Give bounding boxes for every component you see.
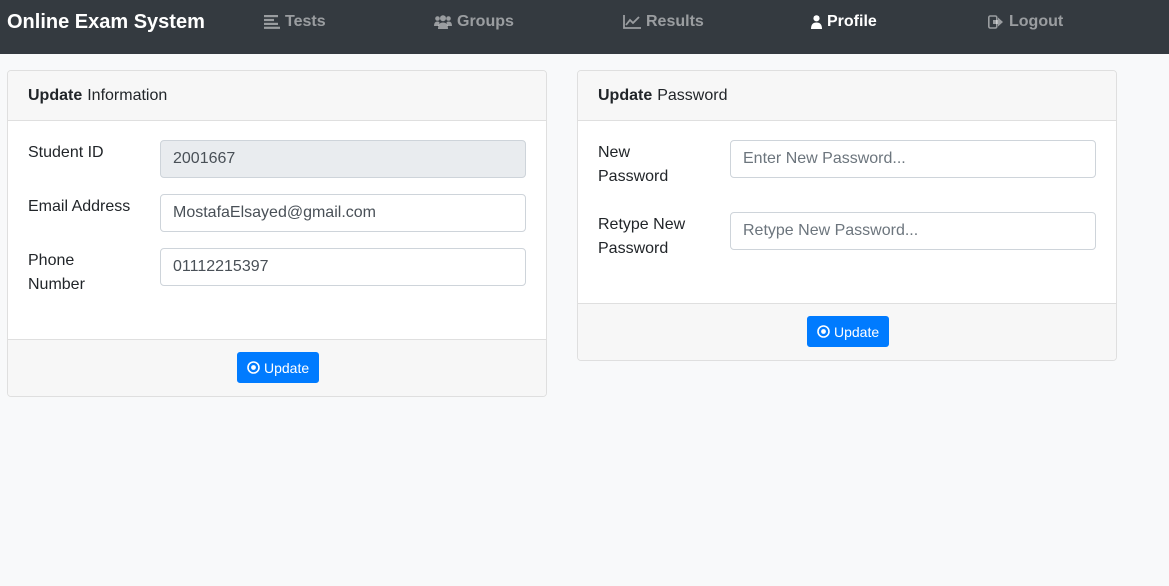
new-password-label-line2: Password <box>598 168 669 185</box>
retype-password-label: Retype New Password <box>598 213 685 261</box>
phone-field[interactable] <box>160 248 526 286</box>
card-title-rest: Password <box>657 86 728 104</box>
users-icon <box>434 15 452 29</box>
sign-out-icon <box>988 15 1003 29</box>
retype-password-label-line1: Retype New <box>598 216 686 233</box>
retype-password-label-line2: Password <box>598 240 669 257</box>
new-password-field[interactable] <box>730 140 1096 178</box>
card-footer: Update <box>8 339 546 396</box>
update-information-button[interactable]: Update <box>237 352 320 383</box>
card-title-bold: Update <box>28 86 83 104</box>
phone-label: Phone Number <box>28 249 85 297</box>
student-id-label: Student ID <box>28 144 104 161</box>
phone-label-line2: Number <box>28 276 85 293</box>
retype-password-field[interactable] <box>730 212 1096 250</box>
line-chart-icon <box>623 15 641 29</box>
card-header: Update Information <box>8 71 546 121</box>
nav-item-profile[interactable]: Profile <box>811 12 877 32</box>
email-field[interactable] <box>160 194 526 232</box>
nav-item-tests[interactable]: Tests <box>264 12 326 32</box>
nav-label-groups: Groups <box>457 13 514 30</box>
nav-label-logout: Logout <box>1009 13 1064 30</box>
nav-item-results[interactable]: Results <box>623 12 704 32</box>
card-footer: Update <box>578 303 1116 360</box>
card-title-bold: Update <box>598 86 653 104</box>
update-password-button[interactable]: Update <box>807 316 890 347</box>
card-title-rest: Information <box>87 86 168 104</box>
user-icon <box>811 15 822 29</box>
update-button-label: Update <box>264 359 310 376</box>
update-password-card: Update Password New Password Retype New … <box>577 70 1117 361</box>
card-header: Update Password <box>578 71 1116 121</box>
nav-item-groups[interactable]: Groups <box>434 12 514 32</box>
brand-title[interactable]: Online Exam System <box>7 10 205 34</box>
update-button-label: Update <box>834 323 880 340</box>
email-label: Email Address <box>28 198 131 215</box>
dot-circle-icon <box>817 325 830 338</box>
nav-label-profile: Profile <box>827 13 877 30</box>
nav-label-results: Results <box>646 13 704 30</box>
top-navbar: Online Exam System Tests Groups Results <box>0 0 1169 54</box>
nav-item-logout[interactable]: Logout <box>988 12 1063 32</box>
list-icon <box>264 15 280 29</box>
nav-label-tests: Tests <box>285 13 326 30</box>
new-password-label: New Password <box>598 141 668 189</box>
new-password-label-line1: New <box>598 144 631 161</box>
dot-circle-icon <box>247 361 260 374</box>
update-information-card: Update Information Student ID Email Addr… <box>7 70 547 397</box>
student-id-field[interactable] <box>160 140 526 178</box>
phone-label-line1: Phone <box>28 252 75 269</box>
